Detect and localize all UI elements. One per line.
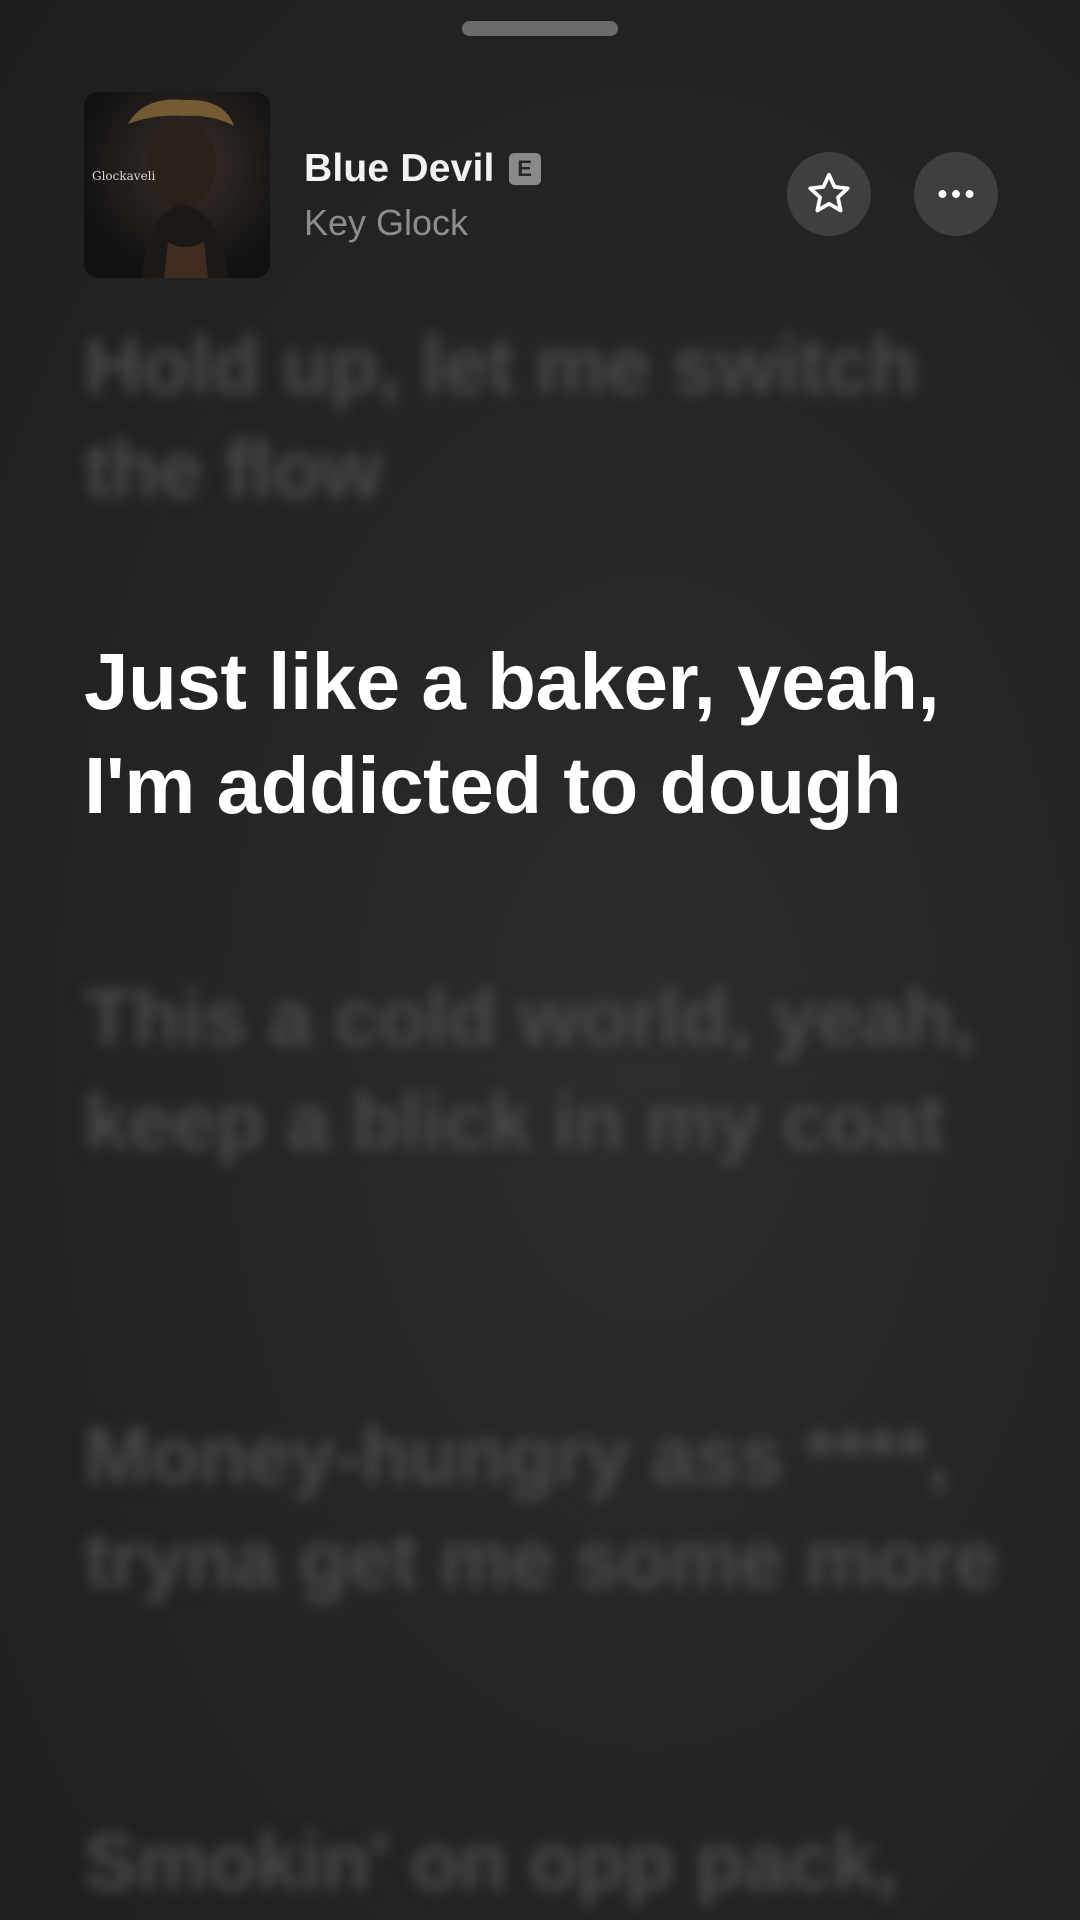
lyric-line-next-3[interactable]: Smokin' on opp pack, [84, 1810, 1014, 1914]
sheet-grabber[interactable] [462, 21, 618, 36]
star-icon [808, 172, 850, 213]
artist-name[interactable]: Key Glock [304, 202, 541, 244]
album-artwork-title: Glockaveli [92, 169, 156, 183]
album-artwork[interactable]: Glockaveli [84, 92, 270, 278]
explicit-badge: E [508, 153, 541, 185]
song-title[interactable]: Blue Devil [304, 147, 495, 191]
lyric-line-next-2[interactable]: Money-hungry ass ****, tryna get me some… [84, 1404, 1014, 1612]
lyric-line-next-1[interactable]: This a cold world, yeah, keep a blick in… [84, 966, 1014, 1174]
lyrics-screen: Glockaveli Blue Devil E Key Glock Hold u… [0, 0, 1080, 1920]
album-artwork-image: Glockaveli [84, 92, 270, 278]
more-button[interactable] [914, 152, 998, 236]
lyric-line-previous[interactable]: Hold up, let me switch the flow [84, 314, 1014, 522]
ellipsis-icon [938, 190, 974, 198]
favorite-button[interactable] [787, 152, 871, 236]
now-playing-header: Glockaveli Blue Devil E Key Glock [84, 92, 1004, 278]
song-info: Blue Devil E Key Glock [304, 144, 541, 244]
lyric-line-current[interactable]: Just like a baker, yeah, I'm addicted to… [84, 630, 1014, 838]
